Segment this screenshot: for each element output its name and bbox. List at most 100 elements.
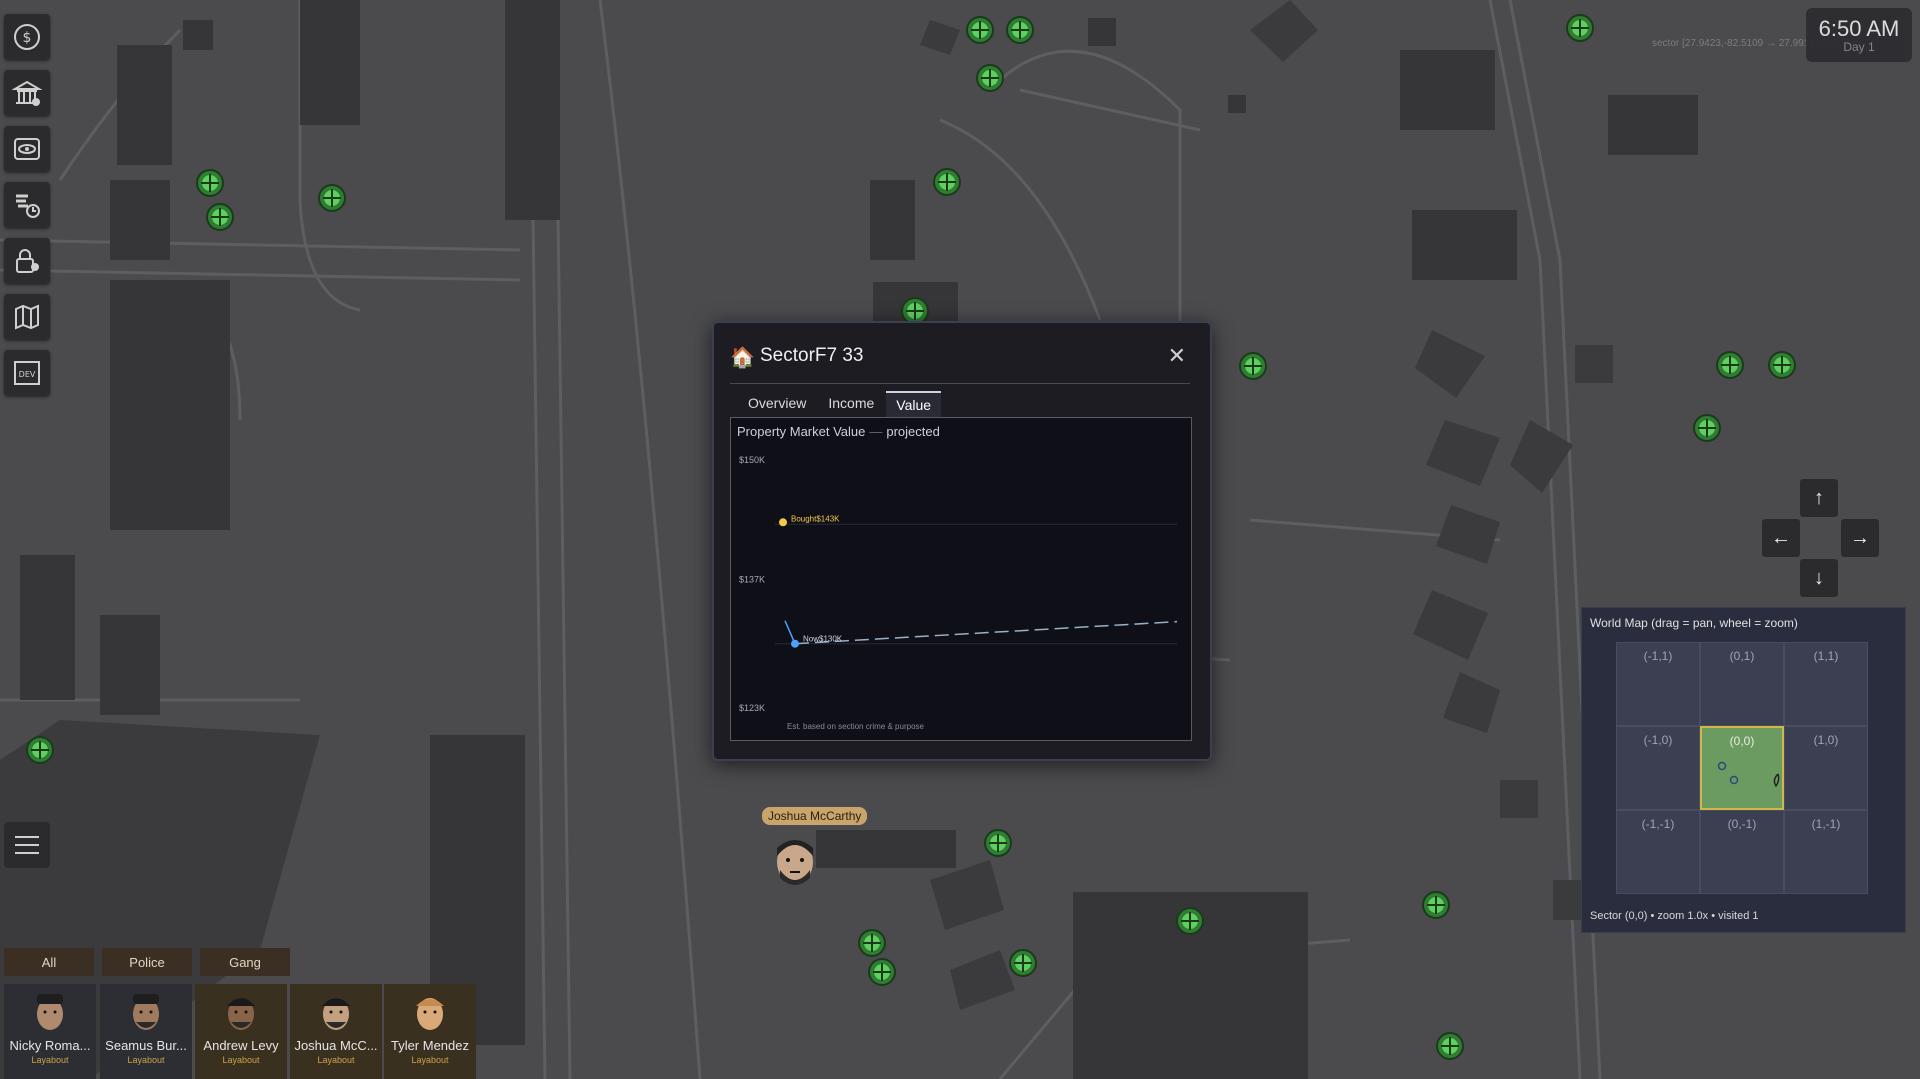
pan-right-button[interactable]: → <box>1841 519 1879 557</box>
map-cell[interactable]: (0,-1) <box>1700 810 1784 894</box>
location-marker-icon[interactable] <box>984 829 1012 857</box>
chart-title-separator: — <box>869 424 883 439</box>
location-marker-icon[interactable] <box>966 16 994 44</box>
y-tick-label: $150K <box>739 455 765 465</box>
location-marker-icon[interactable] <box>1768 351 1796 379</box>
now-point <box>791 639 799 648</box>
filter-police[interactable]: Police <box>102 948 192 976</box>
member-status: Layabout <box>411 1055 449 1065</box>
dev-icon: DEV <box>14 361 40 385</box>
lock-button[interactable] <box>4 238 50 284</box>
map-cell-current[interactable]: (0,0) <box>1700 726 1784 810</box>
location-marker-icon[interactable] <box>1566 14 1594 42</box>
pan-left-button[interactable]: ← <box>1762 519 1800 557</box>
value-chart-panel: $150K $137K $123K Bought$143K Now$130K Prope… <box>730 417 1192 741</box>
member-avatar <box>37 994 63 1030</box>
location-marker-icon[interactable] <box>1422 891 1450 919</box>
member-avatar <box>227 998 255 1030</box>
location-marker-icon[interactable] <box>1006 16 1034 44</box>
member-card[interactable]: Joshua McC... Layabout <box>290 984 382 1079</box>
chart-title-main: Property Market Value <box>737 424 866 439</box>
member-name: Andrew Levy <box>203 1038 279 1053</box>
dialog-title: SectorF7 33 <box>760 345 864 366</box>
surveillance-button[interactable] <box>4 126 50 172</box>
dialog-header: 🏠 SectorF7 33 ✕ <box>730 343 1190 384</box>
tab-value[interactable]: Value <box>886 391 942 417</box>
bought-label: Bought$143K <box>791 514 840 523</box>
hamburger-icon <box>15 836 39 854</box>
house-icon: 🏠 <box>730 347 755 369</box>
member-card[interactable]: Nicky Roma... Layabout <box>4 984 96 1079</box>
member-avatar <box>322 998 350 1030</box>
map-button[interactable] <box>4 294 50 340</box>
map-cell[interactable]: (1,0) <box>1784 726 1868 810</box>
member-status: Layabout <box>31 1055 69 1065</box>
world-map-panel[interactable]: World Map (drag = pan, wheel = zoom) (-1… <box>1581 607 1906 933</box>
location-marker-icon[interactable] <box>933 168 961 196</box>
pan-up-button[interactable]: ↑ <box>1800 479 1838 517</box>
dealer-button[interactable] <box>4 182 50 228</box>
location-marker-icon[interactable] <box>1009 949 1037 977</box>
projection-line <box>794 620 1178 645</box>
dialog-tabs: Overview Income Value <box>738 391 943 417</box>
now-label: Now$130K <box>803 635 843 644</box>
left-toolbar: $ DEV <box>4 14 52 406</box>
member-avatar <box>416 998 444 1030</box>
member-card[interactable]: Seamus Bur... Layabout <box>100 984 192 1079</box>
surveillance-icon <box>14 138 40 160</box>
svg-text:$: $ <box>23 30 32 46</box>
member-status: Layabout <box>127 1055 165 1065</box>
member-avatar <box>133 994 159 1030</box>
map-cell[interactable]: (-1,1) <box>1616 642 1700 726</box>
world-map-grid: (-1,1) (0,1) (1,1) (-1,0) (0,0) (1,0) (-… <box>1616 642 1868 894</box>
clock-time: 6:50 AM <box>1818 16 1900 41</box>
money-icon: $ <box>14 24 40 50</box>
member-name: Joshua McC... <box>294 1038 378 1053</box>
world-map-title: World Map (drag = pan, wheel = zoom) <box>1590 616 1798 630</box>
map-cell[interactable]: (1,-1) <box>1784 810 1868 894</box>
map-cell[interactable]: (-1,-1) <box>1616 810 1700 894</box>
location-marker-icon[interactable] <box>318 184 346 212</box>
location-marker-icon[interactable] <box>1239 352 1267 380</box>
lock-person-icon <box>16 249 39 273</box>
member-card[interactable]: Tyler Mendez Layabout <box>384 984 476 1079</box>
location-marker-icon[interactable] <box>206 203 234 231</box>
member-name: Seamus Bur... <box>105 1038 187 1053</box>
money-button[interactable]: $ <box>4 14 50 60</box>
location-marker-icon[interactable] <box>858 929 886 957</box>
tab-income[interactable]: Income <box>818 391 885 417</box>
player-name-tag: Joshua McCarthy <box>762 807 868 825</box>
member-card[interactable]: Andrew Levy Layabout <box>195 984 287 1079</box>
map-cell[interactable]: (-1,0) <box>1616 726 1700 810</box>
clock-day: Day 1 <box>1843 40 1875 54</box>
location-marker-icon[interactable] <box>196 169 224 197</box>
y-tick-label: $123K <box>739 703 765 713</box>
map-cell[interactable]: (0,1) <box>1700 642 1784 726</box>
game-clock: 6:50 AM Day 1 <box>1806 8 1912 62</box>
bank-button[interactable] <box>4 70 50 116</box>
map-cell[interactable]: (1,1) <box>1784 642 1868 726</box>
filter-all[interactable]: All <box>4 948 94 976</box>
bank-icon <box>12 80 42 106</box>
value-chart: $150K $137K $123K Bought$143K Now$130K <box>739 455 1178 713</box>
location-marker-icon[interactable] <box>1716 351 1744 379</box>
location-marker-icon[interactable] <box>868 958 896 986</box>
hamburger-menu-button[interactable] <box>4 822 50 868</box>
location-marker-icon[interactable] <box>1693 414 1721 442</box>
location-marker-icon[interactable] <box>1436 1032 1464 1060</box>
chart-note: Est. based on section crime & purpose <box>787 722 924 731</box>
location-marker-icon[interactable] <box>1176 907 1204 935</box>
sector-markers <box>1717 761 1780 788</box>
bought-point <box>779 518 787 527</box>
location-marker-icon[interactable] <box>976 64 1004 92</box>
svg-text:DEV: DEV <box>19 370 36 379</box>
player-avatar[interactable] <box>772 834 818 888</box>
close-icon[interactable]: ✕ <box>1168 343 1186 369</box>
y-tick-label: $137K <box>739 574 765 584</box>
tab-overview[interactable]: Overview <box>738 391 817 417</box>
world-map-status: Sector (0,0) • zoom 1.0x • visited 1 <box>1590 910 1759 922</box>
location-marker-icon[interactable] <box>26 736 54 764</box>
dev-button[interactable]: DEV <box>4 350 50 396</box>
pan-down-button[interactable]: ↓ <box>1800 559 1838 597</box>
filter-gang[interactable]: Gang <box>200 948 290 976</box>
